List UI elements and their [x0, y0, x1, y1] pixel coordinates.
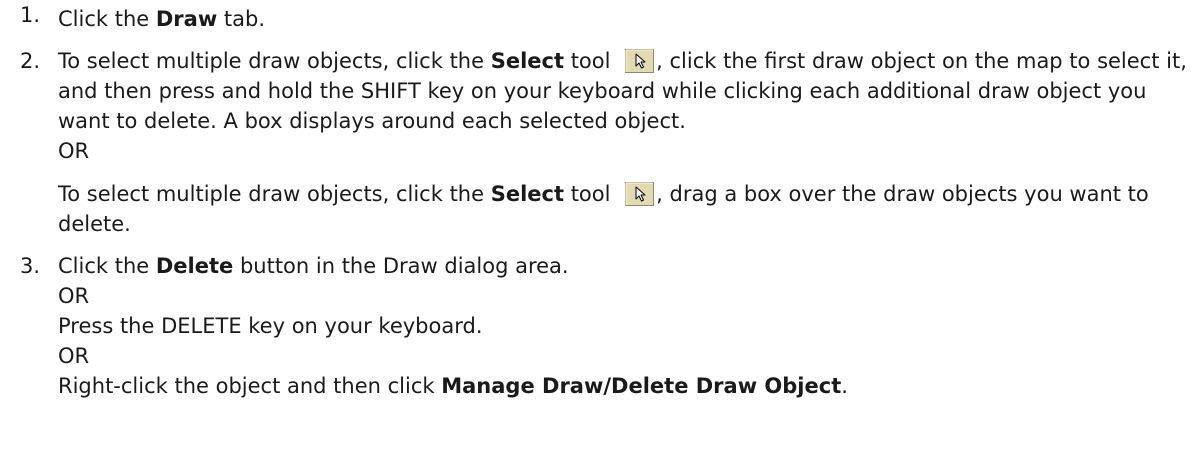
- step-text-post: button in the Draw dialog area.: [233, 254, 569, 278]
- step-number: 2.: [20, 49, 41, 73]
- step-text-pre: Click the: [58, 7, 156, 31]
- or-separator: OR: [58, 284, 90, 308]
- select-tool-icon: [625, 49, 655, 73]
- step-2-option-a: To select multiple draw objects, click t…: [58, 46, 1189, 136]
- step-text-tool: tool: [564, 49, 618, 73]
- step-3-option-b: Press the DELETE key on your keyboard.: [58, 314, 483, 338]
- step-2: 2. To select multiple draw objects, clic…: [0, 46, 1197, 239]
- instruction-steps: 1. Click the Draw tab. 2. To select mult…: [0, 0, 1197, 401]
- select-tool-icon: [625, 182, 655, 206]
- step-text-tool: tool: [564, 182, 618, 206]
- or-separator: OR: [58, 344, 90, 368]
- step-3: 3. Click the Delete button in the Draw d…: [0, 251, 1197, 401]
- select-tool-label: Select: [490, 49, 565, 73]
- select-tool-label: Select: [490, 182, 565, 206]
- step-3-option-c: Right-click the object and then click Ma…: [58, 371, 1189, 401]
- step-3-option-a: Click the Delete button in the Draw dial…: [58, 251, 1189, 281]
- step-text-post: tab.: [217, 7, 266, 31]
- step-text-pre: Click the: [58, 254, 156, 278]
- step-text-post: .: [841, 374, 848, 398]
- step-text: Click the Draw tab.: [58, 7, 265, 31]
- step-1: 1. Click the Draw tab.: [0, 0, 1197, 34]
- draw-tab-label: Draw: [155, 7, 218, 31]
- step-text-pre: To select multiple draw objects, click t…: [58, 49, 491, 73]
- step-text-pre: Right-click the object and then click: [58, 374, 442, 398]
- delete-button-label: Delete: [155, 254, 234, 278]
- step-text-pre: To select multiple draw objects, click t…: [58, 182, 491, 206]
- step-2-option-b: To select multiple draw objects, click t…: [58, 179, 1189, 239]
- step-number: 1.: [20, 3, 41, 27]
- manage-draw-menu-label: Manage Draw/Delete Draw Object: [441, 374, 842, 398]
- or-separator: OR: [58, 139, 90, 163]
- step-number: 3.: [20, 254, 41, 278]
